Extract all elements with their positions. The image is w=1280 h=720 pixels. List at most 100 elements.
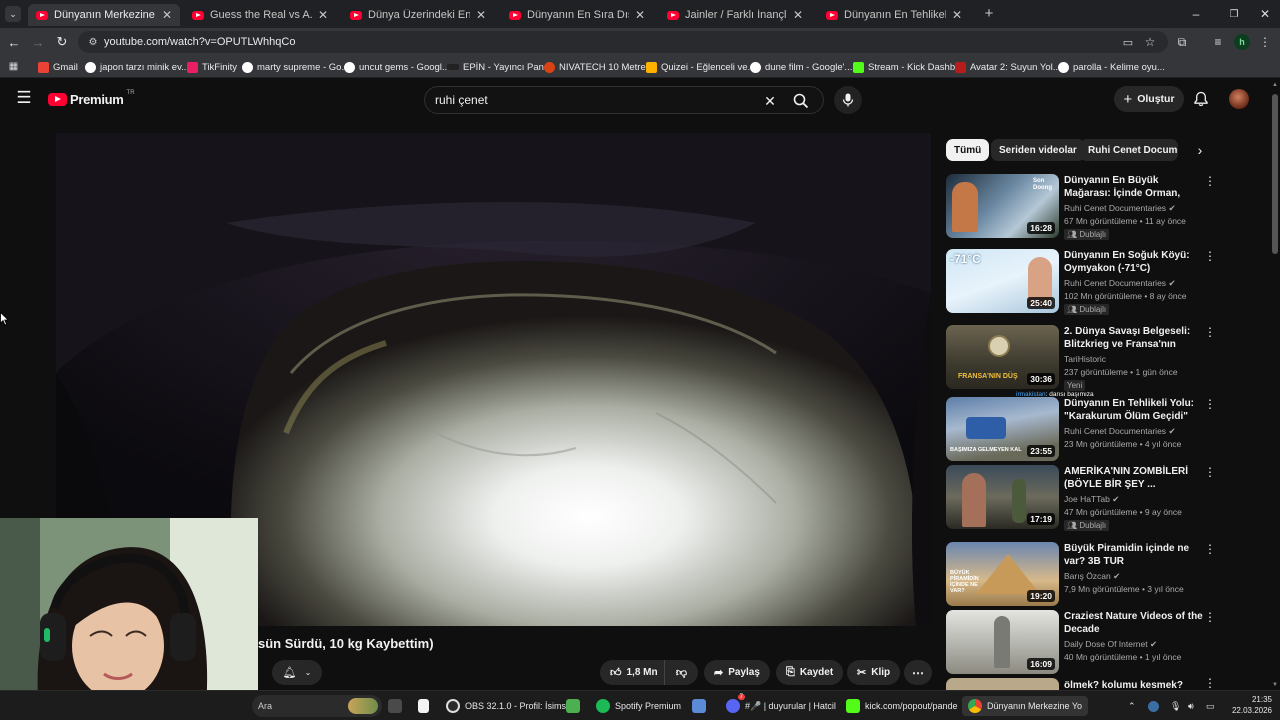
- apps-grid-icon[interactable]: ▦: [7, 60, 20, 73]
- task-view-icon[interactable]: [388, 696, 402, 716]
- subscribe-bell-button[interactable]: 🔔︎ ⌄: [272, 660, 322, 685]
- video-title[interactable]: ölmek? kolumu kesmek?: [1064, 679, 1204, 690]
- video-title[interactable]: Dünyanın En Tehlikeli Yolu: "Karakurum Ö…: [1064, 397, 1204, 423]
- recommendation-card[interactable]: 17:19 AMERİKA'NIN ZOMBİLERİ (BÖYLE BİR Ş…: [946, 465, 1266, 531]
- video-thumbnail[interactable]: 17:19: [946, 465, 1059, 529]
- more-actions-button[interactable]: ⋯: [904, 660, 932, 685]
- create-button[interactable]: + Oluştur: [1114, 86, 1184, 112]
- search-icon[interactable]: [792, 92, 810, 110]
- tab-5[interactable]: Dünyanın En Tehlikeli Yolu: "Kar ✕: [818, 4, 970, 26]
- clear-search-icon[interactable]: ✕: [762, 93, 778, 109]
- bookmark-tikfinity[interactable]: TikFinity: [187, 60, 237, 74]
- taskbar-app-kick[interactable]: kick.com/popout/pande: [846, 696, 958, 716]
- chip-all[interactable]: Tümü: [946, 139, 990, 161]
- back-arrow-icon[interactable]: ←: [6, 34, 22, 50]
- chip-series[interactable]: Seriden videolar: [991, 139, 1085, 161]
- video-thumbnail[interactable]: BAŞIMIZA GELMEYEN KAL 23:55: [946, 397, 1059, 461]
- taskbar-app-discord[interactable]: 7 #🎤 | duyurular | Hatcil: [726, 694, 836, 716]
- recommendation-card[interactable]: BÜYÜK PİRAMİDİN İÇİNDE NE VAR? 19:20 Büy…: [946, 542, 1266, 608]
- taskbar-app-chrome[interactable]: Dünyanın Merkezine Yo: [962, 696, 1089, 716]
- more-vertical-icon[interactable]: ⋮: [1204, 542, 1216, 556]
- network-app-icon[interactable]: [692, 696, 706, 716]
- chevron-right-icon[interactable]: ›: [1192, 142, 1208, 158]
- reload-icon[interactable]: ↻: [54, 34, 70, 50]
- taskbar-search-box[interactable]: Ara: [252, 695, 382, 717]
- more-vertical-icon[interactable]: ⋮: [1204, 249, 1216, 263]
- scroll-down-icon[interactable]: ▼: [1272, 682, 1278, 688]
- more-vertical-icon[interactable]: ⋮: [1204, 610, 1216, 624]
- taskbar-clock[interactable]: 21:35 22.03.2026: [1222, 694, 1272, 716]
- bookmark-japon[interactable]: japon tarzı minik ev...: [85, 60, 189, 74]
- page-scrollbar[interactable]: ▲ ▼: [1270, 80, 1280, 690]
- video-title[interactable]: Craziest Nature Videos of the Decade: [1064, 610, 1204, 636]
- taskbar-app-spotify[interactable]: Spotify Premium: [596, 696, 681, 716]
- clip-button[interactable]: ✂ Klip: [847, 660, 901, 685]
- channel-name[interactable]: Daily Dose Of Internet ✔: [1064, 639, 1157, 650]
- tab-close-icon[interactable]: ✕: [162, 8, 172, 22]
- chip-channel[interactable]: Ruhi Cenet Documen: [1080, 139, 1178, 161]
- like-button[interactable]: 👍︎ 1,8 Mn: [600, 660, 664, 685]
- tab-1[interactable]: Guess the Real vs A.I. Image! - ✕: [184, 4, 336, 26]
- bookmark-uncut[interactable]: uncut gems - Googl...: [344, 60, 450, 74]
- more-vertical-icon[interactable]: ⋮: [1204, 465, 1216, 479]
- tab-3[interactable]: Dünyanın En Sıra Dışı Sokak Ye ✕: [501, 4, 653, 26]
- video-title[interactable]: Dünyanın En Büyük Mağarası: İçinde Orman…: [1064, 174, 1204, 200]
- bookmark-nivatech[interactable]: NIVATECH 10 Metre...: [544, 60, 654, 74]
- tab-4[interactable]: Jainler / Farklı İnançlar - YouTul ✕: [659, 4, 811, 26]
- recommendation-card[interactable]: Son Doong 16:28 Dünyanın En Büyük Mağara…: [946, 174, 1266, 240]
- tab-close-icon[interactable]: ✕: [635, 8, 645, 22]
- video-title[interactable]: Dünyanın En Soğuk Köyü: Oymyakon (-71°C): [1064, 249, 1204, 275]
- save-button[interactable]: ⎘ Kaydet: [776, 660, 844, 685]
- more-vertical-icon[interactable]: ⋮: [1204, 174, 1216, 188]
- channel-name[interactable]: Joe HaTTab ✔: [1064, 494, 1119, 505]
- calculator-icon[interactable]: [566, 696, 580, 716]
- browser-menu-icon[interactable]: ⋮: [1258, 34, 1272, 50]
- profile-avatar[interactable]: h: [1234, 34, 1250, 50]
- tray-overflow-chevron-icon[interactable]: ⌃: [1128, 696, 1136, 716]
- channel-name[interactable]: Ruhi Cenet Documentaries ✔: [1064, 278, 1176, 289]
- scroll-up-icon[interactable]: ▲: [1272, 82, 1278, 88]
- tab-0[interactable]: Dünyanın Merkezine Yolculuk ( ✕: [28, 4, 180, 26]
- channel-name[interactable]: TariHistoric: [1064, 354, 1106, 364]
- video-title[interactable]: 2. Dünya Savaşı Belgeseli: Blitzkrieg ve…: [1064, 325, 1204, 351]
- bookmark-dune[interactable]: dune film - Google'...: [750, 60, 852, 74]
- file-icon[interactable]: [418, 696, 429, 716]
- channel-name[interactable]: Ruhi Cenet Documentaries ✔: [1064, 426, 1176, 437]
- video-thumbnail[interactable]: Son Doong 16:28: [946, 174, 1059, 238]
- reading-list-icon[interactable]: ≡: [1210, 34, 1226, 50]
- extensions-puzzle-icon[interactable]: ⧉: [1174, 34, 1190, 50]
- tab-close-icon[interactable]: ✕: [476, 8, 486, 22]
- video-thumbnail[interactable]: BÜYÜK PİRAMİDİN İÇİNDE NE VAR? 19:20: [946, 542, 1059, 606]
- youtube-premium-logo[interactable]: Premium TR: [48, 90, 135, 107]
- video-title[interactable]: Büyük Piramidin içinde ne var? 3B TUR: [1064, 542, 1204, 568]
- tab-close-icon[interactable]: ✕: [952, 8, 962, 22]
- more-vertical-icon[interactable]: ⋮: [1204, 678, 1216, 690]
- tab-2[interactable]: Dünya Üzerindeki En Tuhaf 20 ✕: [342, 4, 494, 26]
- bookmark-avatar[interactable]: Avatar 2: Suyun Yol...: [955, 60, 1061, 74]
- voice-search-mic-icon[interactable]: [834, 86, 862, 114]
- tray-microphone-icon[interactable]: 🎙︎: [1170, 696, 1181, 716]
- bookmark-epin[interactable]: EPİN - Yayıncı Paneli: [447, 60, 553, 74]
- video-title[interactable]: AMERİKA'NIN ZOMBİLERİ (BÖYLE BİR ŞEY ...: [1064, 465, 1204, 491]
- tray-battery-icon[interactable]: ▭: [1206, 696, 1215, 716]
- recommendation-card[interactable]: BAŞIMIZA GELMEYEN KAL 23:55 Dünyanın En …: [946, 397, 1266, 463]
- recommendation-card[interactable]: 16:09 Craziest Nature Videos of the Deca…: [946, 610, 1266, 676]
- more-vertical-icon[interactable]: ⋮: [1204, 325, 1216, 339]
- video-thumbnail[interactable]: FRANSA'NIN DÜŞ 30:36: [946, 325, 1059, 389]
- site-info-icon[interactable]: ⚙: [86, 35, 100, 49]
- restore-icon[interactable]: ❐: [1226, 6, 1242, 22]
- close-window-icon[interactable]: ✕: [1257, 6, 1273, 22]
- tab-search-icon[interactable]: ⌄: [5, 6, 21, 22]
- tab-close-icon[interactable]: ✕: [318, 8, 328, 22]
- account-avatar[interactable]: [1229, 89, 1249, 109]
- new-tab-plus-icon[interactable]: +: [981, 5, 997, 22]
- dislike-button[interactable]: 👎︎: [664, 660, 698, 685]
- recommendation-card[interactable]: ölmek? kolumu kesmek? ⋮: [946, 678, 1266, 690]
- more-vertical-icon[interactable]: ⋮: [1204, 397, 1216, 411]
- tray-app-icon[interactable]: [1148, 696, 1159, 716]
- search-input[interactable]: ruhi çenet ✕: [424, 86, 824, 114]
- video-thumbnail[interactable]: -71°C 25:40: [946, 249, 1059, 313]
- bookmark-marty[interactable]: marty supreme - Go...: [242, 60, 349, 74]
- tray-speaker-icon[interactable]: 🔊︎: [1188, 696, 1194, 716]
- bookmark-parolla[interactable]: parolla - Kelime oyu...: [1058, 60, 1165, 74]
